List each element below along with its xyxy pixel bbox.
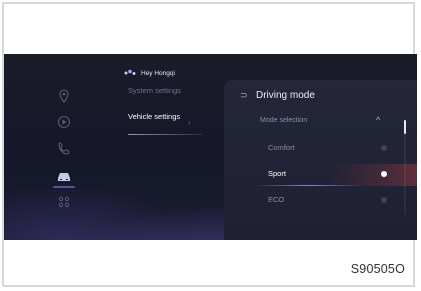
voice-assistant-label: Hey Hongqi: [141, 69, 175, 77]
option-label: ECO: [268, 195, 285, 204]
menu-item-label: System settings: [128, 86, 181, 95]
radio-indicator: [381, 145, 387, 151]
option-eco[interactable]: ECO: [224, 190, 417, 212]
menu-item-vehicle-settings[interactable]: Vehicle settings ›: [128, 112, 220, 138]
radio-indicator: [381, 171, 387, 177]
voice-assistant-bar[interactable]: Hey Hongqi: [124, 66, 175, 80]
chevron-right-icon: ›: [188, 118, 191, 127]
navigation-icon[interactable]: [52, 86, 76, 106]
ambient-glow-left: [4, 184, 184, 240]
voice-assistant-icon: [124, 69, 136, 77]
panel-title: Driving mode: [256, 90, 315, 101]
menu-item-system-settings[interactable]: System settings: [128, 86, 220, 112]
option-comfort[interactable]: Comfort: [224, 138, 417, 160]
settings-menu: System settings Vehicle settings ›: [128, 86, 220, 138]
panel-header: ⊃ Driving mode: [240, 90, 315, 101]
left-nav: [52, 86, 76, 226]
radio-indicator: [381, 197, 387, 203]
option-sport[interactable]: Sport: [224, 164, 417, 186]
scrollbar-thumb[interactable]: [404, 120, 406, 134]
mode-selection-label: Mode selection: [260, 117, 308, 124]
menu-item-label: Vehicle settings: [128, 112, 181, 121]
option-label: Comfort: [268, 143, 295, 152]
infotainment-screen: Hey Hongqi System settings Vehicle setti…: [4, 54, 417, 240]
car-icon[interactable]: [52, 166, 76, 188]
driving-mode-panel: ⊃ Driving mode Mode selection ^ Comfort …: [224, 80, 417, 240]
back-icon[interactable]: ⊃: [240, 90, 249, 101]
apps-icon[interactable]: [52, 192, 76, 212]
scrollbar[interactable]: [404, 120, 406, 215]
option-label: Sport: [268, 169, 286, 178]
chevron-up-icon[interactable]: ^: [376, 115, 380, 125]
media-icon[interactable]: [52, 112, 76, 132]
figure-code: S90505O: [350, 262, 405, 276]
phone-icon[interactable]: [52, 138, 76, 158]
